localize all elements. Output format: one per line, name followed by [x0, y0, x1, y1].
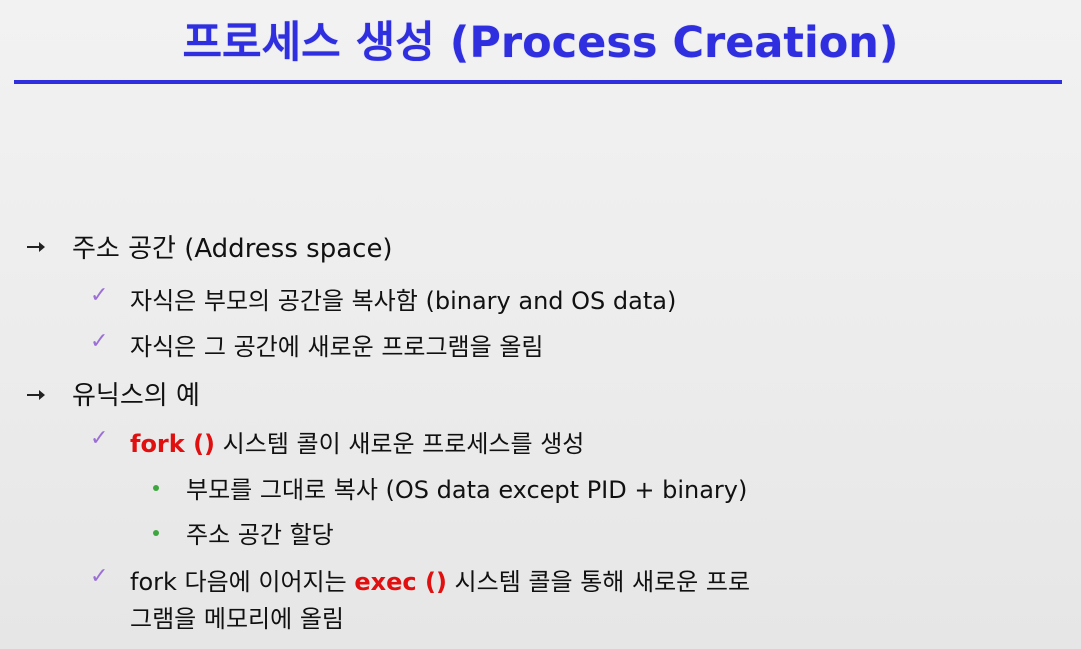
subbullet-exec: fork 다음에 이어지는 exec () 시스템 콜을 통해 새로운 프로 — [130, 562, 750, 597]
fork-keyword: fork () — [130, 430, 216, 458]
exec-description: 시스템 콜을 통해 새로운 프로 — [446, 568, 751, 596]
arrow-bullet-icon — [27, 390, 45, 400]
subbullet-fork: fork () 시스템 콜이 새로운 프로세스를 생성 — [130, 424, 584, 459]
slide-body: 주소 공간 (Address space) ✓ 자식은 부모의 공간을 복사함 … — [0, 0, 1081, 649]
bullet-address-space: 주소 공간 (Address space) — [72, 234, 393, 264]
checkmark-icon: ✓ — [90, 283, 109, 308]
dot-bullet-icon — [153, 530, 159, 536]
arrow-bullet-icon — [27, 242, 45, 252]
subsubbullet-copy-as-is: 부모를 그대로 복사 (OS data except PID + binary) — [186, 476, 748, 504]
subbullet-copy-parent: 자식은 부모의 공간을 복사함 (binary and OS data) — [130, 287, 677, 315]
exec-prefix: fork 다음에 이어지는 — [130, 568, 355, 596]
dot-bullet-icon — [153, 485, 159, 491]
subbullet-load-program: 자식은 그 공간에 새로운 프로그램을 올림 — [130, 333, 544, 361]
bullet-unix-example: 유닉스의 예 — [72, 381, 200, 411]
subsubbullet-allocate-space: 주소 공간 할당 — [186, 521, 334, 549]
checkmark-icon: ✓ — [90, 329, 109, 354]
fork-description: 시스템 콜이 새로운 프로세스를 생성 — [215, 430, 585, 458]
subbullet-exec-continuation: 그램을 메모리에 올림 — [130, 605, 344, 633]
exec-keyword: exec () — [354, 568, 447, 596]
checkmark-icon: ✓ — [90, 426, 109, 451]
checkmark-icon: ✓ — [90, 564, 109, 589]
